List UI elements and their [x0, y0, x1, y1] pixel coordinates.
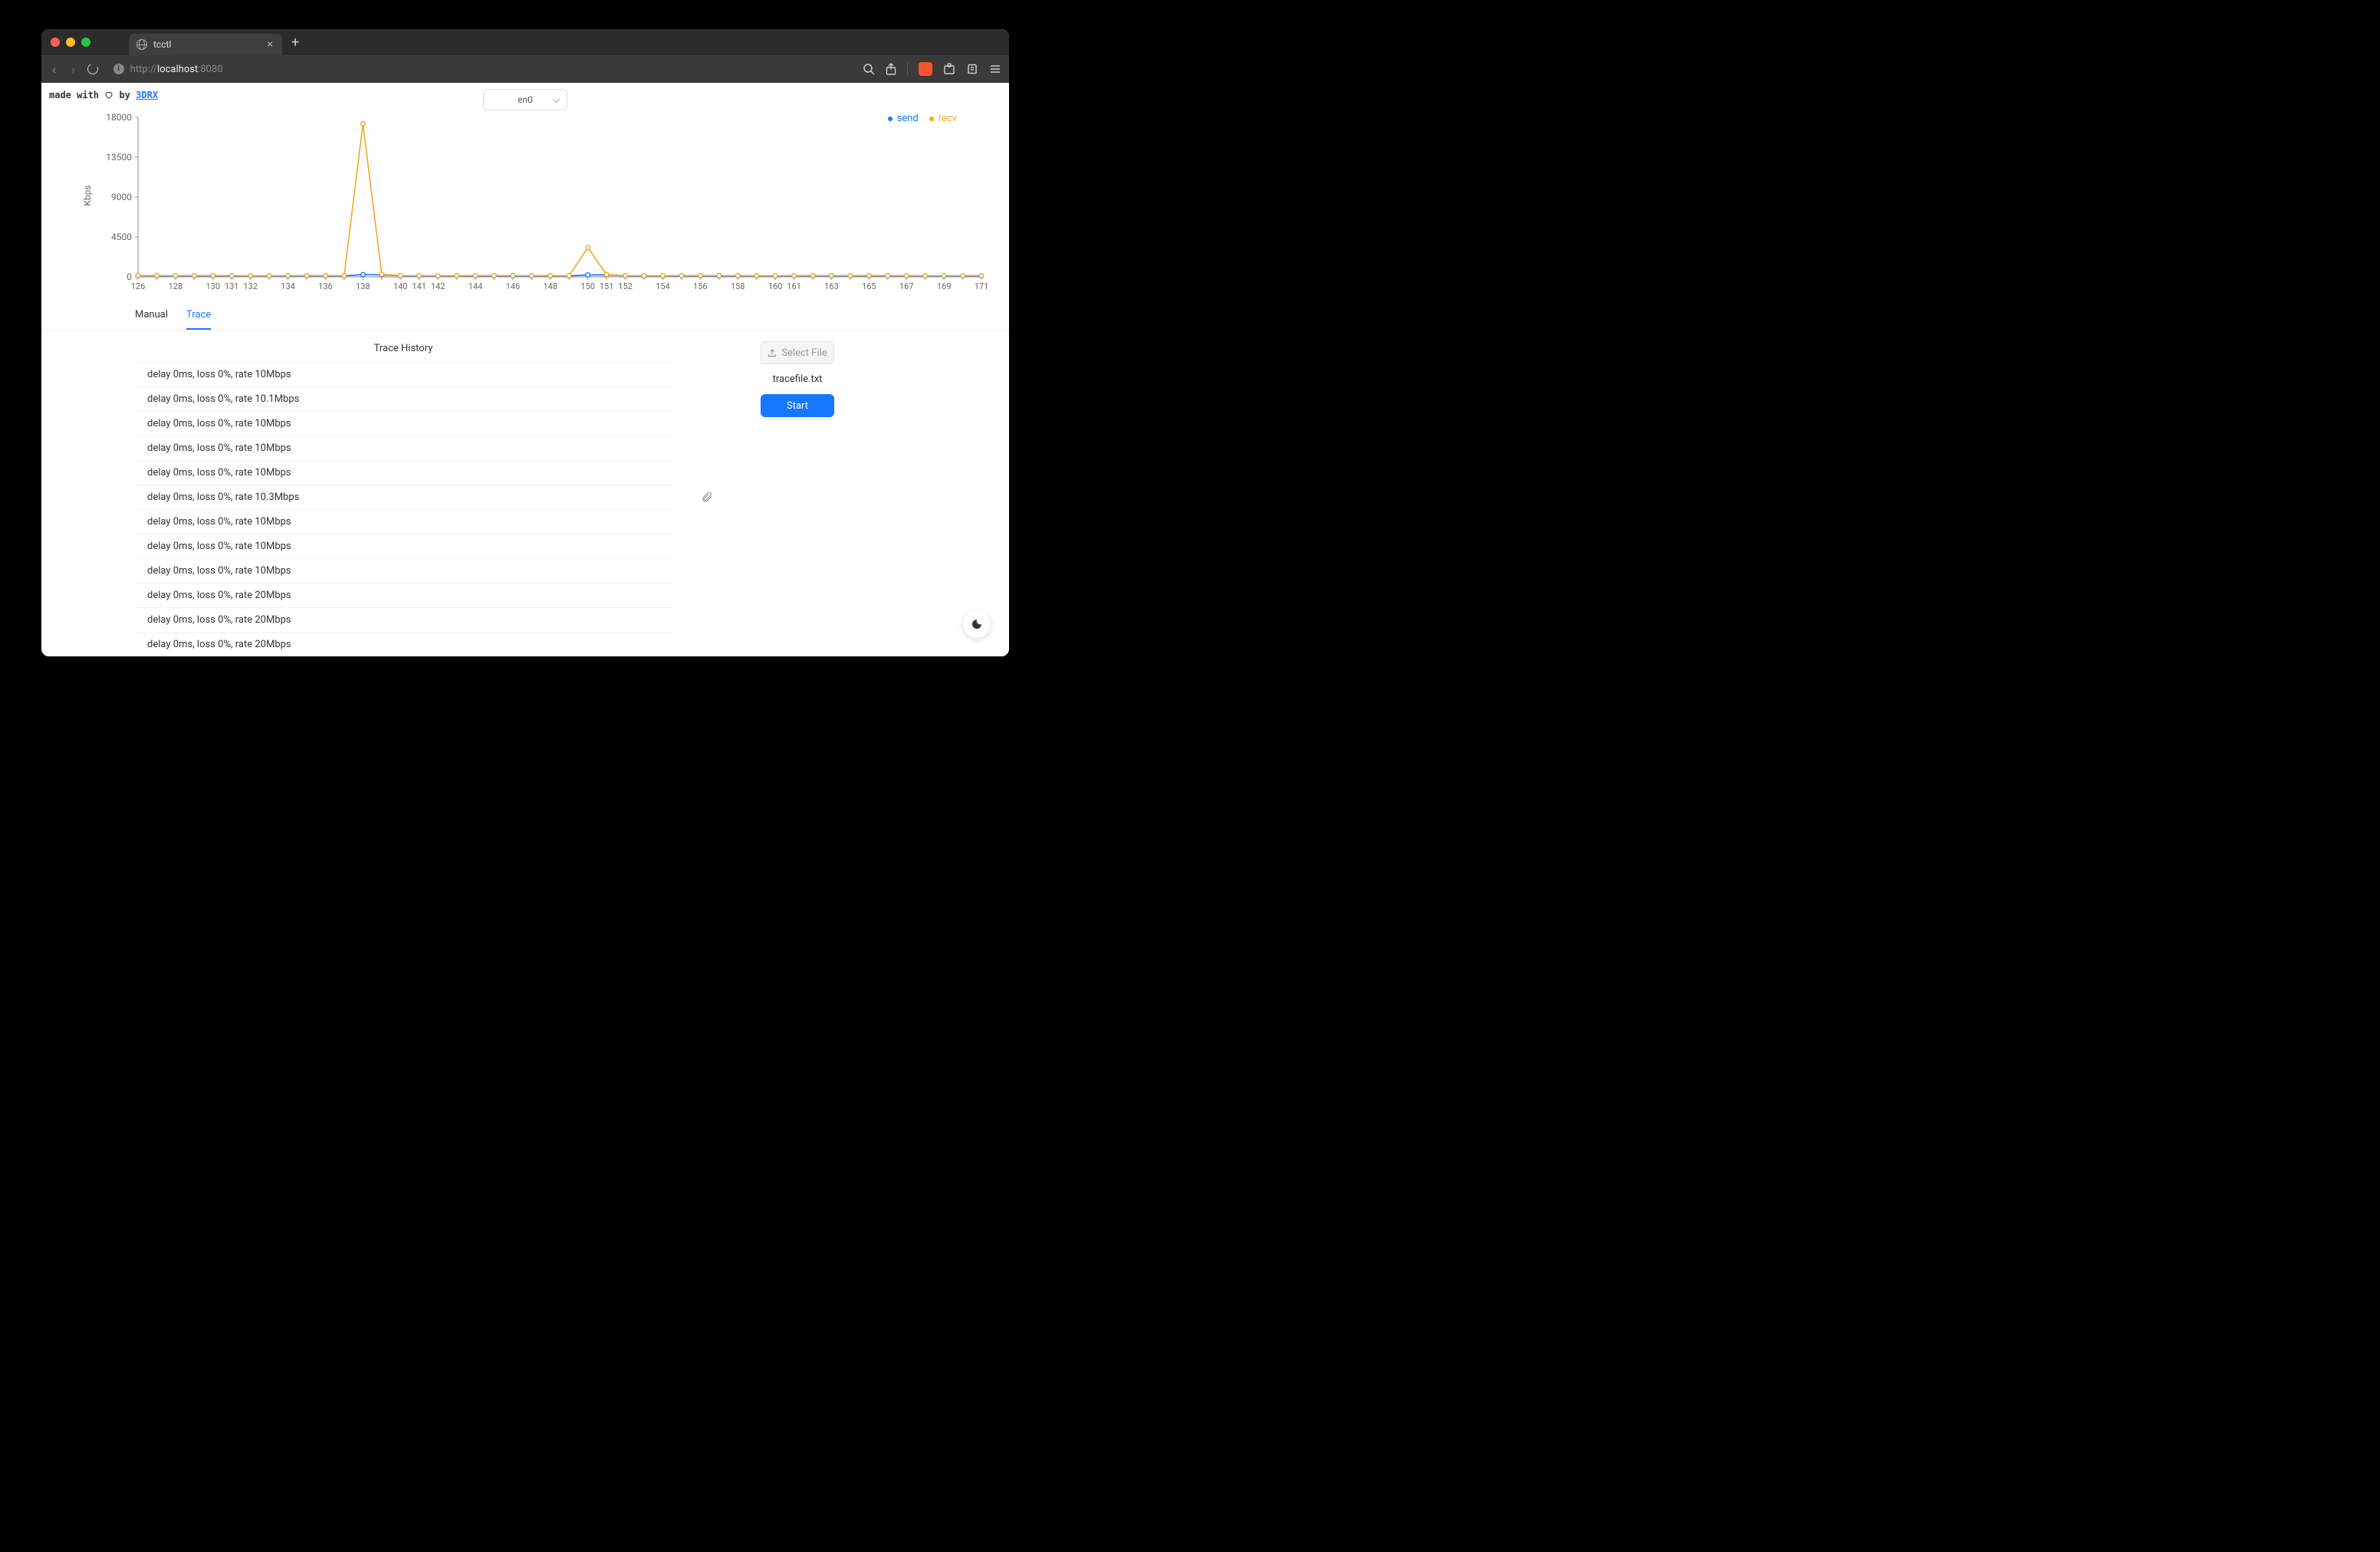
trace-history-row[interactable]: delay 0ms, loss 0%, rate 10Mbps	[135, 534, 672, 559]
svg-text:141: 141	[412, 281, 426, 291]
selected-filename: tracefile.txt	[773, 373, 823, 385]
trace-history-row[interactable]: delay 0ms, loss 0%, rate 10.3Mbps	[135, 485, 672, 510]
svg-text:140: 140	[393, 281, 408, 291]
url-text: http://localhost:8080	[130, 64, 223, 75]
trace-history-row[interactable]: delay 0ms, loss 0%, rate 20Mbps	[135, 584, 672, 608]
svg-text:142: 142	[431, 281, 445, 291]
legend-recv: recv	[926, 113, 957, 124]
svg-text:154: 154	[656, 281, 670, 291]
trace-history-row[interactable]: delay 0ms, loss 0%, rate 10.1Mbps	[135, 387, 672, 412]
svg-text:167: 167	[899, 281, 914, 291]
search-icon[interactable]	[863, 63, 875, 75]
site-info-icon[interactable]: i	[113, 64, 124, 74]
share-icon[interactable]	[886, 63, 896, 75]
brave-shields-icon[interactable]	[919, 62, 932, 76]
tab-manual[interactable]: Manual	[135, 301, 168, 330]
svg-text:132: 132	[243, 281, 258, 291]
trace-history-row[interactable]: delay 0ms, loss 0%, rate 20Mbps	[135, 608, 672, 633]
svg-text:163: 163	[824, 281, 839, 291]
trace-history-row[interactable]: delay 0ms, loss 0%, rate 10Mbps	[135, 461, 672, 485]
chart-legend: send recv	[885, 113, 957, 124]
minimize-window-button[interactable]	[66, 38, 75, 47]
trace-controls: Select File tracefile.txt Start	[736, 340, 859, 417]
svg-text:128: 128	[169, 281, 183, 291]
tab-trace[interactable]: Trace	[186, 301, 211, 330]
heart-icon	[104, 90, 113, 100]
maximize-window-button[interactable]	[81, 38, 90, 47]
chart: send recv 0 4500 9000 13500 18000 Kbps 126 128 1…	[48, 107, 1003, 298]
trace-panel: Trace History delay 0ms, loss 0%, rate 1…	[41, 330, 1009, 656]
attachment-icon[interactable]	[701, 491, 713, 506]
svg-text:9000: 9000	[111, 192, 132, 202]
close-tab-icon[interactable]: ×	[266, 38, 274, 51]
trace-history-row[interactable]: delay 0ms, loss 0%, rate 10Mbps	[135, 436, 672, 461]
trace-history-row[interactable]: delay 0ms, loss 0%, rate 20Mbps	[135, 633, 672, 656]
trace-history: Trace History delay 0ms, loss 0%, rate 1…	[135, 340, 672, 656]
svg-text:13500: 13500	[106, 152, 132, 163]
page-content: made with by 3DRX en0 send recv 04500900…	[41, 83, 1009, 656]
trace-history-row[interactable]: delay 0ms, loss 0%, rate 10Mbps	[135, 412, 672, 436]
svg-text:18000: 18000	[106, 112, 132, 123]
svg-text:134: 134	[281, 281, 295, 291]
tab-title: tcctl	[153, 39, 260, 50]
svg-text:150: 150	[580, 281, 595, 291]
svg-text:138: 138	[356, 281, 370, 291]
svg-text:169: 169	[937, 281, 952, 291]
svg-text:126: 126	[131, 281, 146, 291]
reading-list-icon[interactable]	[966, 63, 978, 75]
svg-text:160: 160	[768, 281, 783, 291]
svg-text:165: 165	[862, 281, 876, 291]
browser-toolbar: ‹ › i http://localhost:8080	[41, 55, 1009, 83]
browser-tab[interactable]: tcctl ×	[129, 34, 282, 55]
svg-text:131: 131	[225, 281, 239, 291]
svg-text:136: 136	[318, 281, 333, 291]
globe-icon	[136, 39, 147, 50]
svg-text:151: 151	[600, 281, 614, 291]
svg-text:0: 0	[127, 271, 132, 282]
svg-text:158: 158	[731, 281, 745, 291]
trace-history-row[interactable]: delay 0ms, loss 0%, rate 10Mbps	[135, 363, 672, 387]
svg-text:130: 130	[206, 281, 221, 291]
start-button[interactable]: Start	[761, 394, 834, 417]
chart-svg: 0 4500 9000 13500 18000 Kbps 126 128 130 131 132 13…	[48, 107, 1003, 298]
svg-text:161: 161	[787, 281, 801, 291]
svg-text:Kbps: Kbps	[82, 185, 93, 206]
toolbar-right	[863, 62, 1001, 76]
trace-history-title: Trace History	[135, 340, 672, 362]
svg-text:171: 171	[975, 281, 989, 291]
toolbar-separator	[907, 62, 908, 76]
new-tab-button[interactable]: +	[291, 35, 299, 51]
legend-send: send	[885, 113, 919, 124]
select-file-button[interactable]: Select File	[761, 341, 834, 364]
forward-button[interactable]: ›	[68, 62, 78, 77]
svg-text:156: 156	[693, 281, 708, 291]
browser-window: tcctl × + ‹ › i http://localhost:8080	[41, 29, 1009, 656]
svg-text:148: 148	[544, 281, 558, 291]
author-link[interactable]: 3DRX	[136, 90, 158, 100]
titlebar: tcctl × +	[41, 29, 1009, 55]
window-controls	[51, 38, 90, 47]
svg-text:152: 152	[618, 281, 633, 291]
address-bar[interactable]: i http://localhost:8080	[107, 64, 853, 75]
menu-icon[interactable]	[989, 63, 1001, 75]
svg-text:146: 146	[506, 281, 521, 291]
extensions-icon[interactable]	[943, 63, 955, 75]
theme-toggle-button[interactable]	[963, 610, 991, 638]
svg-text:4500: 4500	[111, 232, 132, 242]
svg-text:144: 144	[468, 281, 483, 291]
trace-history-row[interactable]: delay 0ms, loss 0%, rate 10Mbps	[135, 510, 672, 534]
trace-history-row[interactable]: delay 0ms, loss 0%, rate 10Mbps	[135, 559, 672, 584]
close-window-button[interactable]	[51, 38, 60, 47]
mode-tabs: Manual Trace	[41, 301, 1009, 330]
reload-icon[interactable]	[86, 62, 100, 76]
back-button[interactable]: ‹	[49, 62, 59, 77]
interface-select-value: en0	[518, 94, 533, 105]
trace-history-list: delay 0ms, loss 0%, rate 10Mbpsdelay 0ms…	[135, 362, 672, 656]
